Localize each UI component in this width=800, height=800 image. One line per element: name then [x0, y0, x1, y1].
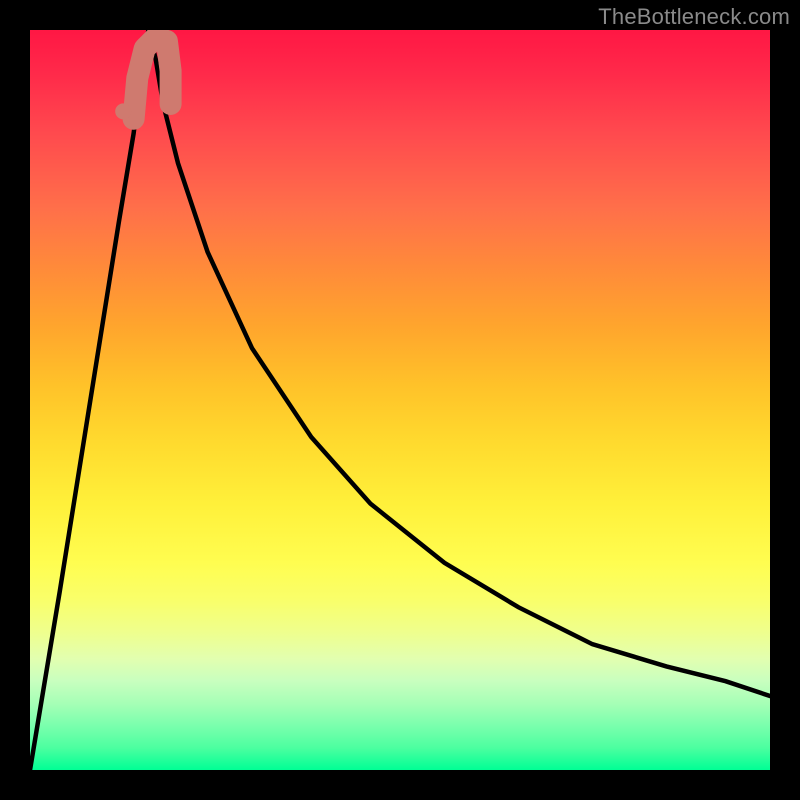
highlight-marker [30, 30, 770, 770]
j-mark [134, 37, 171, 118]
plot-area [30, 30, 770, 770]
marker-dot [115, 103, 131, 119]
chart-frame: TheBottleneck.com [0, 0, 800, 800]
watermark-text: TheBottleneck.com [598, 4, 790, 30]
